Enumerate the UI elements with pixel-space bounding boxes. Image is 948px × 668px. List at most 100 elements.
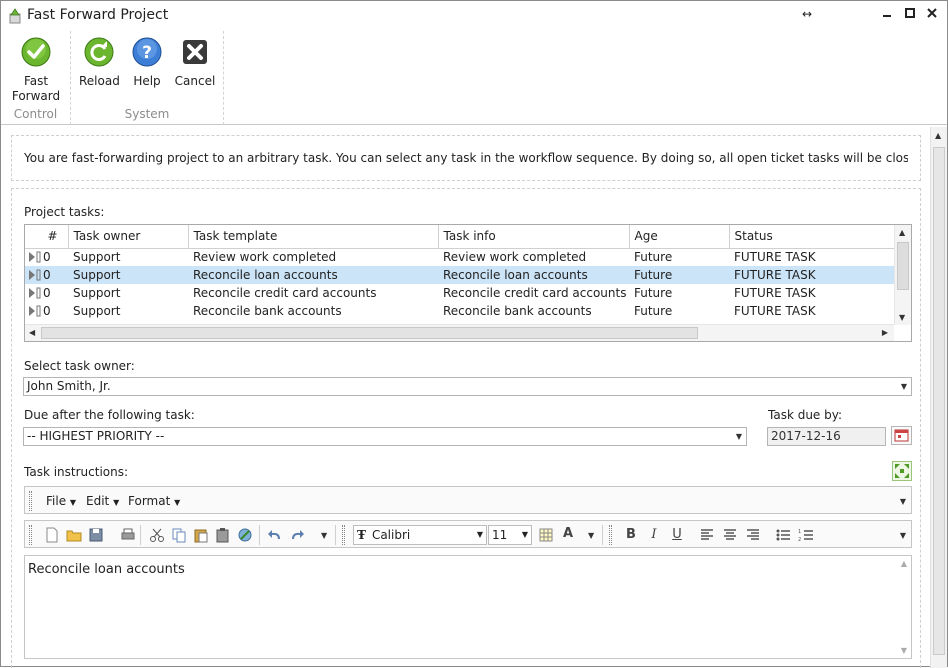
grid-scroll-up-icon[interactable]: ▲ [899, 228, 905, 237]
align-left-icon[interactable] [699, 527, 715, 543]
numbered-list-icon[interactable]: 12 [798, 527, 814, 543]
task-instructions-label: Task instructions: [24, 465, 129, 479]
info-text: You are fast-forwarding project to an ar… [24, 151, 908, 165]
table-grid-icon[interactable] [538, 527, 554, 543]
minimize-icon [883, 15, 891, 17]
italic-icon[interactable]: I [646, 527, 662, 542]
page-scrollbar[interactable]: ▲ [930, 127, 947, 668]
row-info: Reconcile credit card accounts [443, 286, 627, 300]
page-scroll-thumb[interactable] [933, 147, 945, 655]
toolbar-overflow-icon[interactable]: ▼ [900, 497, 906, 506]
editor-scroll-down-icon[interactable]: ▼ [901, 646, 907, 655]
column-header-task-info[interactable]: Task info [438, 225, 630, 249]
fast-forward-label-1: Fast [23, 74, 49, 88]
window-title: Fast Forward Project [27, 7, 169, 23]
paste-icon[interactable] [193, 527, 209, 543]
help-button[interactable]: ? Help [127, 37, 167, 89]
grid-vscroll-thumb[interactable] [897, 242, 909, 290]
copy-icon[interactable] [171, 527, 187, 543]
chevron-down-icon: ▼ [174, 498, 181, 507]
row-indicator-icon [29, 251, 41, 263]
calendar-icon [894, 429, 909, 442]
fast-forward-button[interactable]: Fast Forward [7, 37, 65, 104]
app-icon [9, 8, 21, 24]
grid-horizontal-scrollbar[interactable]: ◀ ▶ [25, 324, 894, 341]
paste-special-icon[interactable] [215, 527, 231, 543]
chevron-down-icon: ▼ [900, 382, 907, 391]
toolbar-grip [342, 525, 345, 545]
close-icon [927, 8, 937, 18]
help-label: Help [133, 74, 161, 88]
task-due-date-field[interactable]: 2017-12-16 [767, 427, 886, 446]
font-color-icon[interactable]: A [560, 526, 576, 541]
row-owner: Support [73, 250, 121, 265]
new-document-icon[interactable] [44, 527, 60, 543]
chevron-down-icon: ▼ [521, 530, 528, 539]
bold-icon[interactable]: B [623, 527, 639, 542]
toolbar-separator [602, 525, 603, 545]
grid-hscroll-thumb[interactable] [41, 327, 698, 339]
undo-icon[interactable] [267, 527, 283, 543]
align-center-icon[interactable] [722, 527, 738, 543]
table-row[interactable]: 0 Support Reconcile bank accounts Reconc… [25, 302, 894, 320]
grid-scroll-left-icon[interactable]: ◀ [29, 328, 35, 337]
svg-text:1: 1 [798, 529, 801, 535]
insert-link-icon[interactable] [237, 527, 253, 543]
menu-edit[interactable]: Edit ▼ [86, 494, 119, 508]
task-owner-value: John Smith, Jr. [27, 379, 111, 393]
font-family-select[interactable]: Ŧ Calibri ▼ [353, 525, 487, 545]
due-after-select[interactable]: -- HIGHEST PRIORITY -- ▼ [23, 427, 747, 446]
row-num: 0 [43, 250, 51, 265]
row-age: Future [629, 266, 729, 284]
calendar-button[interactable] [891, 426, 912, 445]
resize-button[interactable]: ↔ [797, 7, 817, 21]
toolbar-overflow-icon[interactable]: ▼ [588, 531, 594, 540]
minimize-button[interactable] [877, 7, 897, 21]
toolbar-grip [29, 491, 32, 511]
page-scroll-up-icon[interactable]: ▲ [935, 131, 941, 140]
cancel-button[interactable]: Cancel [173, 37, 217, 89]
menu-file-label: File [46, 494, 67, 508]
table-row[interactable]: 0 Support Reconcile credit card accounts… [25, 284, 894, 302]
grid-scroll-down-icon[interactable]: ▼ [899, 313, 905, 322]
row-owner: Support [73, 304, 121, 318]
column-header-task-owner[interactable]: Task owner [68, 225, 189, 249]
expand-editor-button[interactable] [892, 461, 912, 481]
column-header-num[interactable]: # [25, 225, 69, 249]
maximize-button[interactable] [900, 7, 920, 21]
open-folder-icon[interactable] [66, 527, 82, 543]
row-status: FUTURE TASK [729, 266, 894, 284]
column-header-age[interactable]: Age [629, 225, 730, 249]
redo-icon[interactable] [289, 527, 305, 543]
column-header-status[interactable]: Status [729, 225, 895, 249]
toolbar-overflow-icon[interactable]: ▼ [900, 531, 906, 540]
align-right-icon[interactable] [745, 527, 761, 543]
font-size-select[interactable]: 11 ▼ [488, 525, 532, 545]
print-icon[interactable] [120, 527, 136, 543]
cut-icon[interactable] [149, 527, 165, 543]
row-info: Reconcile loan accounts [438, 266, 629, 284]
table-row[interactable]: 0 Support Reconcile loan accounts Reconc… [25, 266, 894, 284]
editor-scroll-up-icon[interactable]: ▲ [901, 559, 907, 568]
grid-vertical-scrollbar[interactable]: ▲ ▼ [894, 225, 911, 325]
info-panel: You are fast-forwarding project to an ar… [11, 135, 921, 181]
toolbar-overflow-icon[interactable]: ▼ [321, 531, 327, 540]
row-template: Reconcile credit card accounts [193, 286, 377, 300]
close-button[interactable] [922, 7, 942, 21]
bullet-list-icon[interactable] [775, 527, 791, 543]
task-instructions-editor[interactable]: Reconcile loan accounts ▲ ▼ [24, 555, 912, 659]
table-row[interactable]: 0 Support Review work completed Review w… [25, 248, 894, 266]
form-panel: Project tasks: # Task owner Task templat… [11, 188, 921, 668]
chevron-down-icon: ▼ [69, 498, 77, 507]
menu-format-label: Format [128, 494, 171, 508]
task-owner-select[interactable]: John Smith, Jr. ▼ [23, 377, 912, 396]
save-icon[interactable] [88, 527, 104, 543]
reload-button[interactable]: Reload [79, 37, 120, 89]
menu-format[interactable]: Format ▼ [128, 494, 180, 508]
project-tasks-grid: # Task owner Task template Task info Age… [24, 224, 912, 342]
underline-icon[interactable]: U [669, 527, 685, 542]
column-header-task-template[interactable]: Task template [188, 225, 439, 249]
svg-text:?: ? [142, 43, 152, 63]
menu-file[interactable]: File ▼ [46, 494, 76, 508]
grid-scroll-right-icon[interactable]: ▶ [882, 328, 888, 337]
